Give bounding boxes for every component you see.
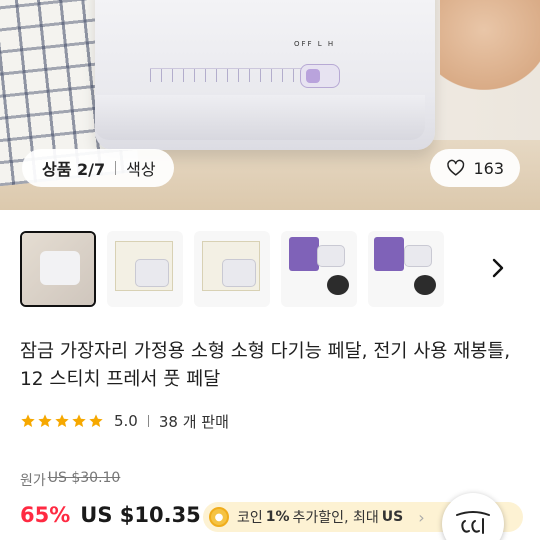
deal-badge-icon bbox=[456, 511, 490, 534]
star-icon bbox=[38, 414, 52, 427]
sewing-machine-base bbox=[95, 95, 425, 140]
switch-label: OFF L H bbox=[294, 40, 336, 48]
image-position-pill[interactable]: 상품 2/7 색상 bbox=[22, 149, 174, 187]
rating-row[interactable]: 5.0 38 개 판매 bbox=[20, 410, 229, 432]
divider bbox=[115, 161, 117, 175]
thumbnail-4[interactable] bbox=[281, 231, 357, 307]
original-price-value: US $30.10 bbox=[47, 470, 121, 486]
image-position: 상품 2/7 bbox=[42, 160, 106, 179]
sale-price: US $10.35 bbox=[80, 503, 201, 527]
rating-value: 5.0 bbox=[114, 412, 138, 430]
coin-max: US bbox=[381, 509, 404, 525]
hand bbox=[440, 0, 540, 90]
original-price-label: 원가 bbox=[20, 473, 46, 489]
power-switch bbox=[300, 64, 340, 88]
thumbnail-strip bbox=[20, 231, 444, 307]
star-icon bbox=[72, 414, 86, 427]
thumbnail-1[interactable] bbox=[20, 231, 96, 307]
chevron-right-icon: › bbox=[418, 507, 425, 527]
option-label: 색상 bbox=[126, 160, 156, 179]
thumbnail-5[interactable] bbox=[368, 231, 444, 307]
star-icon bbox=[21, 414, 35, 427]
coin-text-2: 추가할인, 최대 bbox=[292, 510, 379, 526]
chevron-right-icon bbox=[492, 258, 504, 278]
star-icon bbox=[89, 414, 103, 427]
like-count: 163 bbox=[473, 158, 504, 178]
star-icon bbox=[55, 414, 69, 427]
thumbnail-next-button[interactable] bbox=[486, 254, 510, 282]
like-button[interactable]: 163 bbox=[430, 149, 520, 187]
deal-float-button[interactable] bbox=[442, 493, 504, 540]
sold-count: 38 개 판매 bbox=[158, 412, 229, 431]
thumbnail-3[interactable] bbox=[194, 231, 270, 307]
discount-percent: 65% bbox=[20, 503, 71, 527]
product-image[interactable]: OFF L H 상품 2/7 색상 163 bbox=[0, 0, 540, 210]
coin-percent: 1% bbox=[265, 509, 290, 525]
thumbnail-2[interactable] bbox=[107, 231, 183, 307]
divider bbox=[147, 415, 149, 427]
price-row: 65% US $10.35 bbox=[20, 499, 201, 531]
coin-icon: ● bbox=[209, 507, 229, 527]
product-title: 잠금 가장자리 가정용 소형 소형 다기능 페달, 전기 사용 재봉틀, 12 … bbox=[20, 341, 511, 390]
star-rating bbox=[20, 413, 104, 429]
original-price: 원가 US $30.10 bbox=[20, 470, 120, 490]
heart-icon bbox=[447, 159, 465, 176]
machine-ruler bbox=[150, 68, 315, 82]
coin-text: 코인 bbox=[237, 510, 263, 526]
